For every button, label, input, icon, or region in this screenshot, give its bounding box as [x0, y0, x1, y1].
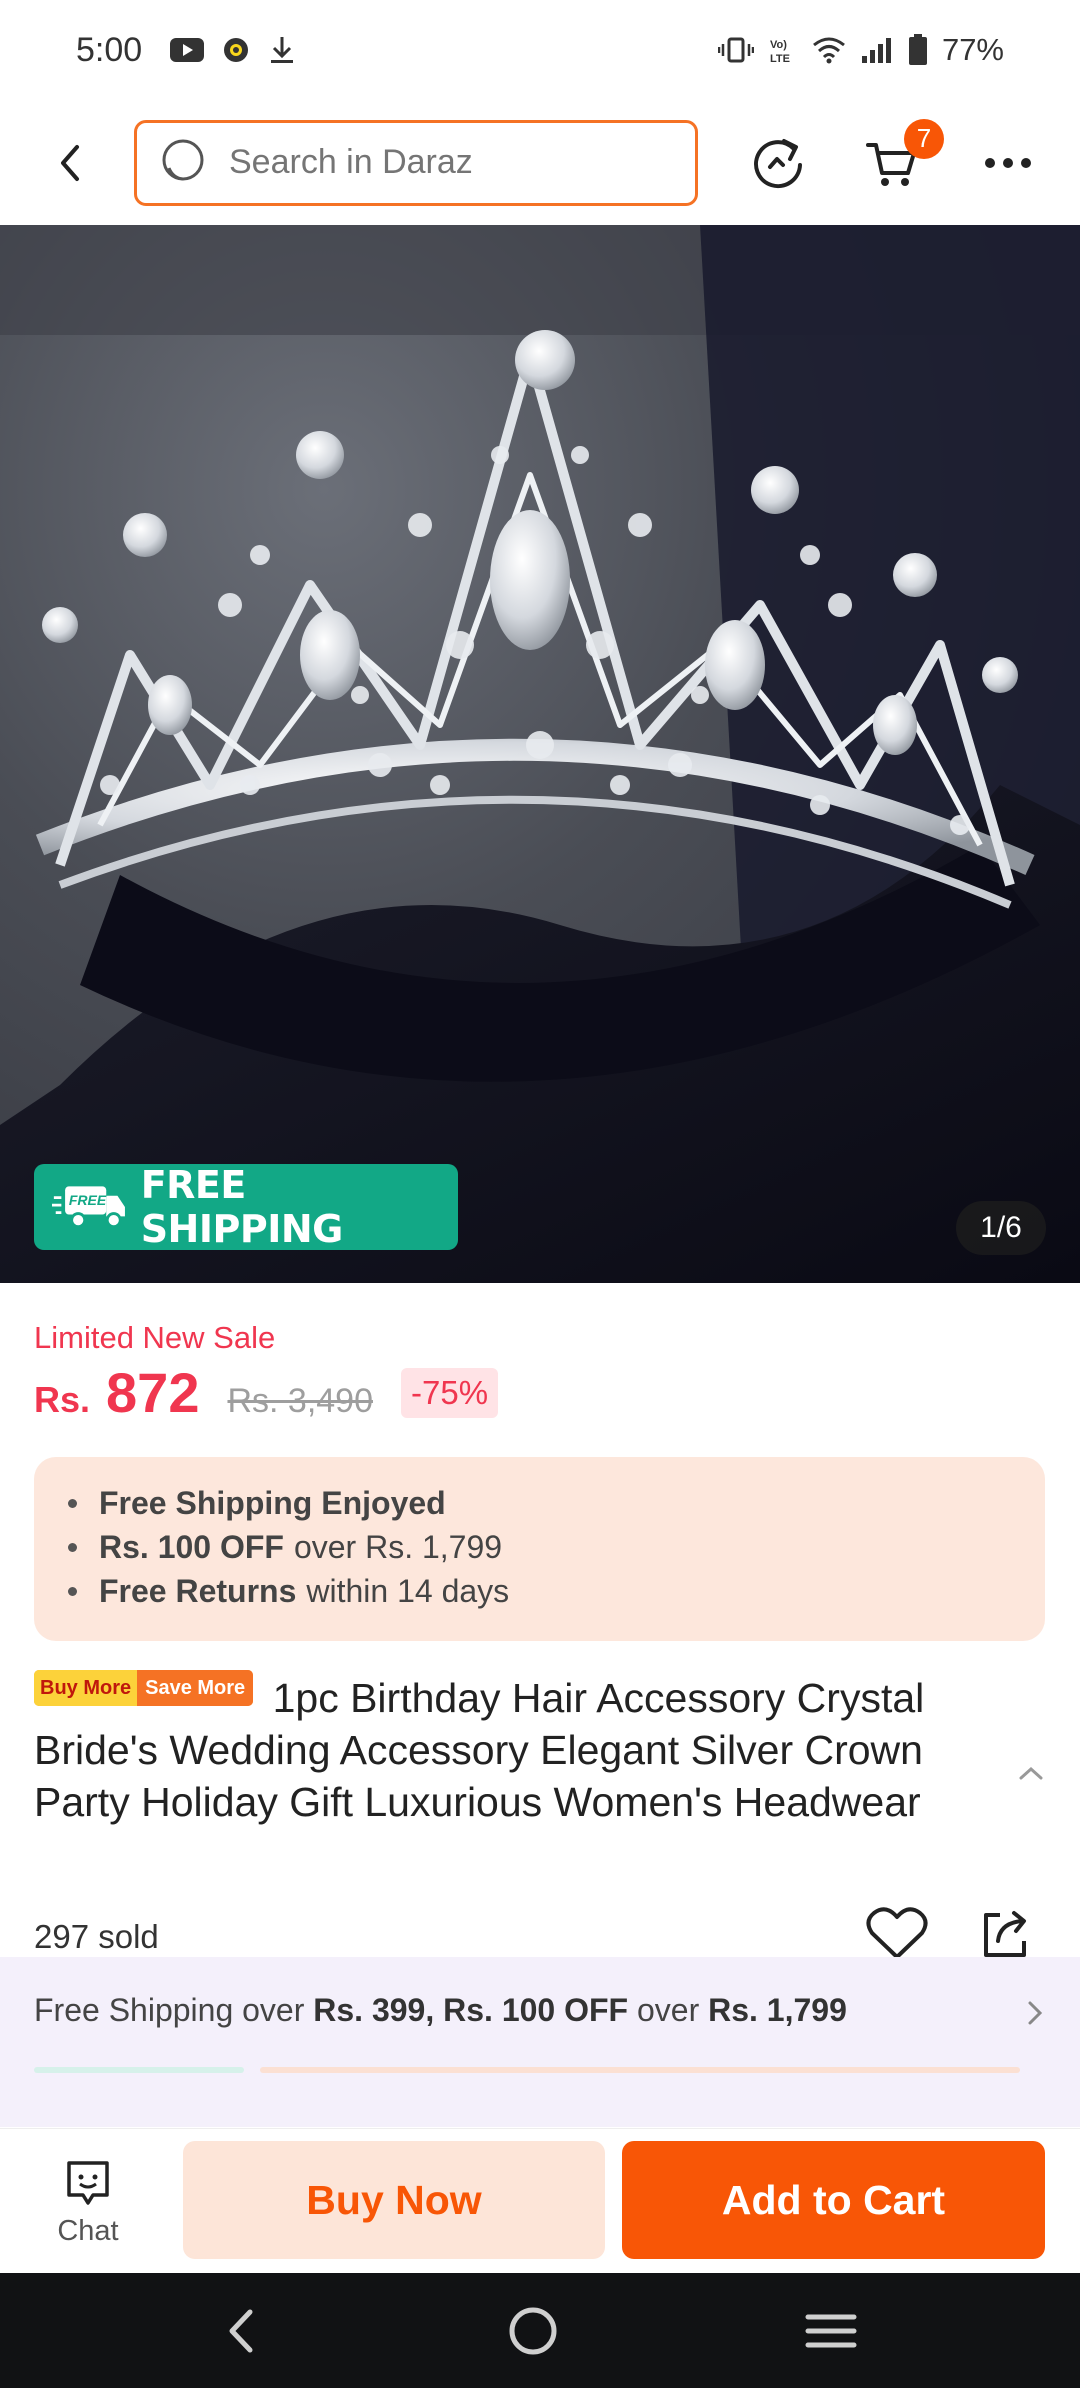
bullet: [68, 1542, 77, 1552]
free-tag-text: FREE: [69, 1192, 107, 1208]
back-button[interactable]: [30, 123, 110, 203]
image-counter: 1/6: [956, 1201, 1046, 1255]
search-placeholder: Search in Daraz: [229, 143, 473, 181]
download-icon: [271, 37, 294, 63]
bullet: [68, 1498, 77, 1508]
sale-label: Limited New Sale: [34, 1320, 276, 1355]
price-row: Rs. 872 Rs. 3,490 -75%: [34, 1360, 499, 1425]
perk-item: Free Shipping Enjoyed: [68, 1481, 1045, 1525]
buy-more-save-more-tag: Buy More Save More: [34, 1670, 254, 1706]
shipping-prefix: Free Shipping over: [34, 1992, 305, 2028]
perk-rest: over Rs. 1,799: [293, 1528, 503, 1565]
perk-strong: Rs. 100 OFF: [99, 1528, 284, 1565]
perk-strong: Free Shipping Enjoyed: [99, 1484, 446, 1521]
product-title: Buy More Save More 1pc Birthday Hair Acce…: [34, 1670, 994, 1828]
heart-icon: [866, 1907, 928, 1959]
refresh-icon: [754, 138, 802, 188]
shipping-middle: over: [636, 1992, 700, 2028]
current-price: 872: [106, 1361, 200, 1424]
promo-tag-part-b: Save More: [137, 1670, 254, 1706]
shipping-promo-bar[interactable]: Free Shipping over Rs. 399, Rs. 100 OFF …: [0, 1957, 1080, 2127]
promo-tag-part-a: Buy More: [34, 1670, 138, 1706]
price-currency: Rs.: [34, 1379, 91, 1420]
perks-box: Free Shipping Enjoyed Rs. 100 OFF over R…: [34, 1457, 1045, 1641]
youtube-icon: [170, 38, 205, 62]
search-input[interactable]: Search in Daraz: [134, 119, 698, 206]
shipping-strong-2: Rs. 1,799: [708, 1992, 847, 2028]
shipping-promo-text: Free Shipping over Rs. 399, Rs. 100 OFF …: [34, 1992, 847, 2029]
more-horizontal-icon: [985, 157, 1031, 168]
collapse-title-button[interactable]: [1018, 1765, 1044, 1786]
status-system-icons: Vo) LTE 77%: [717, 32, 1004, 68]
add-to-cart-button[interactable]: Add to Cart: [622, 2141, 1045, 2259]
svg-text:LTE: LTE: [770, 53, 790, 65]
system-back-icon[interactable]: [222, 2306, 262, 2356]
app-notification-icon: [224, 38, 249, 62]
perk-strong: Free Returns: [99, 1572, 297, 1609]
battery-percent: 77%: [941, 32, 1004, 67]
perk-item: Free Returns within 14 days: [68, 1569, 1045, 1613]
wifi-icon: [813, 37, 845, 64]
free-shipping-label: FREE SHIPPING: [140, 1163, 344, 1251]
bottom-action-bar: Chat Buy Now Add to Cart: [0, 2128, 1080, 2273]
status-bar: 5:00 Vo) LTE 77%: [0, 0, 1080, 100]
system-navigation-bar: [0, 2273, 1080, 2388]
product-image-carousel[interactable]: FREE FREE SHIPPING 1/6: [0, 225, 1080, 1283]
status-notification-icons: [170, 35, 296, 65]
progress-segment: [34, 2067, 244, 2073]
battery-icon: [908, 34, 927, 65]
more-options-button[interactable]: [968, 123, 1048, 203]
volte-icon: Vo) LTE: [770, 39, 790, 65]
system-home-icon[interactable]: [506, 2304, 560, 2358]
cart-count-badge: 7: [904, 118, 944, 159]
chat-button[interactable]: Chat: [30, 2159, 146, 2259]
status-time: 5:00: [76, 30, 143, 69]
progress-segment: [260, 2067, 1020, 2073]
signal-icon: [861, 38, 891, 63]
original-price: Rs. 3,490: [227, 1382, 373, 1420]
free-shipping-badge: FREE FREE SHIPPING: [34, 1163, 458, 1251]
shipping-strong-1: Rs. 399, Rs. 100 OFF: [313, 1992, 629, 2028]
top-navigation-bar: Search in Daraz 7: [0, 100, 1080, 225]
bullet: [68, 1586, 77, 1596]
perk-rest: within 14 days: [306, 1572, 510, 1609]
share-icon: [984, 1911, 1026, 1957]
search-icon: [162, 139, 204, 180]
buy-now-button[interactable]: Buy Now: [183, 2141, 605, 2259]
vibrate-icon: [717, 37, 754, 63]
svg-text:Vo): Vo): [770, 39, 787, 51]
delivery-truck-icon: FREE: [52, 1186, 125, 1229]
cart-button[interactable]: 7: [852, 118, 944, 203]
refresh-button[interactable]: [738, 123, 818, 203]
sold-count: 297 sold: [34, 1918, 159, 1955]
chevron-up-icon: [1019, 1766, 1043, 1780]
chat-icon: [67, 2161, 109, 2205]
chevron-left-icon: [61, 144, 79, 181]
system-recents-icon[interactable]: [804, 2311, 858, 2351]
chat-label: Chat: [57, 2215, 119, 2247]
perk-item: Rs. 100 OFF over Rs. 1,799: [68, 1525, 1045, 1569]
discount-badge: -75%: [401, 1367, 499, 1418]
chevron-right-icon: [1028, 2001, 1043, 2025]
product-image: [0, 225, 1080, 1283]
